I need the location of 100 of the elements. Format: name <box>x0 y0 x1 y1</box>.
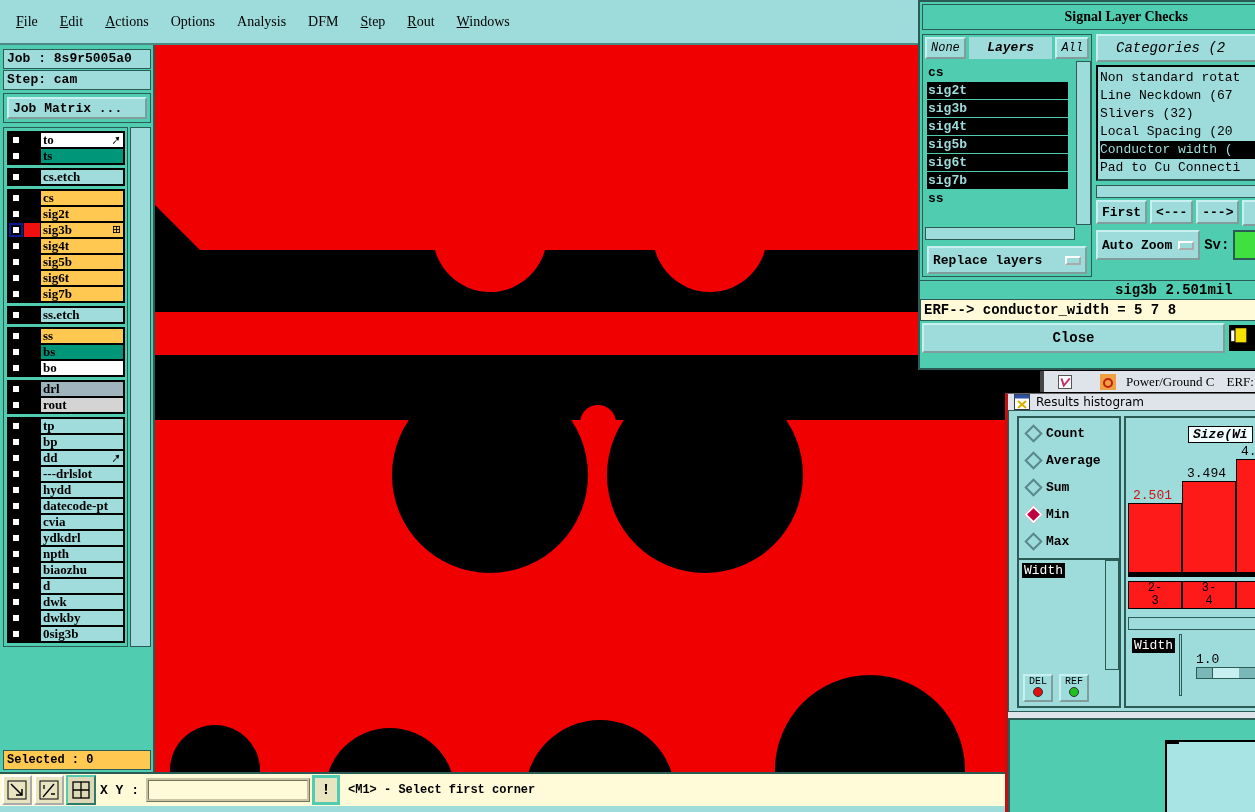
layer-name[interactable]: d <box>41 579 123 593</box>
nav-button[interactable]: <--- <box>1150 200 1194 224</box>
category-item[interactable]: Slivers (32) <box>1100 105 1255 123</box>
category-item[interactable]: Pad to Cu Connecti <box>1100 159 1255 177</box>
layer-name[interactable]: ss <box>41 329 123 343</box>
layer-name[interactable]: rout <box>41 398 123 412</box>
category-item[interactable]: Conductor width ( <box>1100 141 1255 159</box>
layer-toggle[interactable] <box>9 308 23 322</box>
layer-name[interactable]: ts <box>41 149 123 163</box>
layer-name[interactable]: cs.etch <box>41 170 123 184</box>
layer-name[interactable]: sig3b <box>41 223 123 237</box>
categories-button[interactable]: Categories (2 <box>1096 34 1255 62</box>
del-button[interactable]: DEL <box>1023 674 1053 702</box>
category-item[interactable]: Local Spacing (20 <box>1100 123 1255 141</box>
radio-option[interactable]: Average <box>1023 451 1115 469</box>
grid-button[interactable] <box>66 775 96 805</box>
layer-list-item[interactable]: ss <box>927 190 1068 207</box>
layer-name[interactable]: ydkdrl <box>41 531 123 545</box>
all-button[interactable]: All <box>1055 37 1089 59</box>
chart-title: Size(Wi <box>1188 426 1253 443</box>
layer-name[interactable]: sig5b <box>41 255 123 269</box>
replace-layers-dropdown[interactable]: Replace layers <box>927 246 1087 274</box>
job-matrix-button[interactable]: Job Matrix ... <box>7 97 147 119</box>
nav-button[interactable]: ---> <box>1196 200 1240 224</box>
radio-option[interactable]: Count <box>1023 424 1115 442</box>
layer-name[interactable]: ss.etch <box>41 308 123 322</box>
attribute-item[interactable]: Width <box>1132 638 1175 653</box>
layer-name[interactable]: dwkby <box>41 611 123 625</box>
window-title: Power/Ground C <box>1126 374 1215 389</box>
slider-thumb[interactable] <box>1212 668 1240 678</box>
job-label: Job : 8s9r5005a0 <box>3 49 151 69</box>
layer-name[interactable]: datecode-pt <box>41 499 123 513</box>
layer-name[interactable]: tp <box>41 419 123 433</box>
layer-list-item[interactable]: sig2t <box>927 82 1068 99</box>
menu-item[interactable]: DFM <box>308 13 339 30</box>
radio-option[interactable]: Max <box>1023 532 1115 550</box>
layer-name[interactable]: dwk <box>41 595 123 609</box>
status-icon <box>1229 325 1255 351</box>
checkbox[interactable] <box>1058 374 1072 389</box>
category-item[interactable]: Line Neckdown (67 <box>1100 87 1255 105</box>
layer-toggle[interactable] <box>9 170 23 184</box>
menu-item[interactable]: Windows <box>456 13 510 30</box>
scrollbar[interactable] <box>1128 617 1255 630</box>
layer-name[interactable]: cs <box>41 191 123 205</box>
menu-item[interactable]: Edit <box>59 13 84 30</box>
scrollbar[interactable] <box>1105 560 1119 670</box>
attribute-item[interactable]: Width <box>1022 563 1065 578</box>
layer-name[interactable]: bs <box>41 345 123 359</box>
menu-item[interactable]: Step <box>360 13 386 30</box>
layer-name[interactable]: biaozhu <box>41 563 123 577</box>
scrollbar[interactable] <box>925 227 1075 240</box>
layer-name[interactable]: 0sig3b <box>41 627 123 641</box>
layer-list-item[interactable]: cs <box>927 64 1068 81</box>
dot-icon <box>1069 687 1079 697</box>
nav-button[interactable]: First <box>1096 200 1147 224</box>
scrollbar[interactable] <box>1096 185 1255 198</box>
scrollbar[interactable] <box>1076 61 1091 225</box>
radio-label: Sum <box>1046 479 1070 495</box>
menu-item[interactable]: Rout <box>407 13 435 30</box>
category-item[interactable]: Non standard rotat <box>1100 69 1255 87</box>
none-button[interactable]: None <box>925 37 966 59</box>
zoom-button[interactable] <box>2 775 32 805</box>
measure-button[interactable] <box>34 775 64 805</box>
auto-zoom-dropdown[interactable]: Auto Zoom <box>1096 230 1201 260</box>
xy-input[interactable] <box>146 778 310 802</box>
layer-list-item[interactable]: sig5b <box>927 136 1068 153</box>
layer-name[interactable]: drl <box>41 382 123 396</box>
layer-name[interactable]: sig7b <box>41 287 123 301</box>
radio-option[interactable]: Sum <box>1023 478 1115 496</box>
histogram-bar[interactable] <box>1182 481 1236 573</box>
histogram-bar[interactable] <box>1128 503 1182 573</box>
layer-toggle[interactable] <box>9 223 23 237</box>
layer-name[interactable]: bo <box>41 361 123 375</box>
menu-item[interactable]: Options <box>170 13 216 30</box>
layer-name[interactable]: ---drlslot <box>41 467 123 481</box>
menu-item[interactable]: Analysis <box>237 13 287 30</box>
bar-value: 3.494 <box>1186 466 1226 481</box>
layer-list-item[interactable]: sig3b <box>927 100 1068 117</box>
layer-name[interactable]: cvia <box>41 515 123 529</box>
layer-list-item[interactable]: sig6t <box>927 154 1068 171</box>
close-button[interactable]: Close <box>922 323 1225 353</box>
scrollbar[interactable] <box>1179 634 1182 696</box>
layer-name[interactable]: to <box>41 133 123 147</box>
radio-option[interactable]: Min <box>1023 505 1115 523</box>
dot-icon <box>1033 687 1043 697</box>
layer-name[interactable]: sig4t <box>41 239 123 253</box>
layer-list-item[interactable]: sig7b <box>927 172 1068 189</box>
window-title: Results histogram <box>1036 395 1144 409</box>
layer-name[interactable]: npth <box>41 547 123 561</box>
alert-button[interactable]: ! <box>312 775 340 805</box>
layer-name[interactable]: bp <box>41 435 123 449</box>
ref-button[interactable]: REF <box>1059 674 1089 702</box>
sv-field[interactable] <box>1233 230 1255 260</box>
layer-name[interactable]: dd <box>41 451 123 465</box>
menu-item[interactable]: Actions <box>105 13 149 30</box>
layer-name[interactable]: sig2t <box>41 207 123 221</box>
layer-name[interactable]: hydd <box>41 483 123 497</box>
layer-list-item[interactable]: sig4t <box>927 118 1068 135</box>
menu-item[interactable]: File <box>16 13 38 30</box>
layer-name[interactable]: sig6t <box>41 271 123 285</box>
